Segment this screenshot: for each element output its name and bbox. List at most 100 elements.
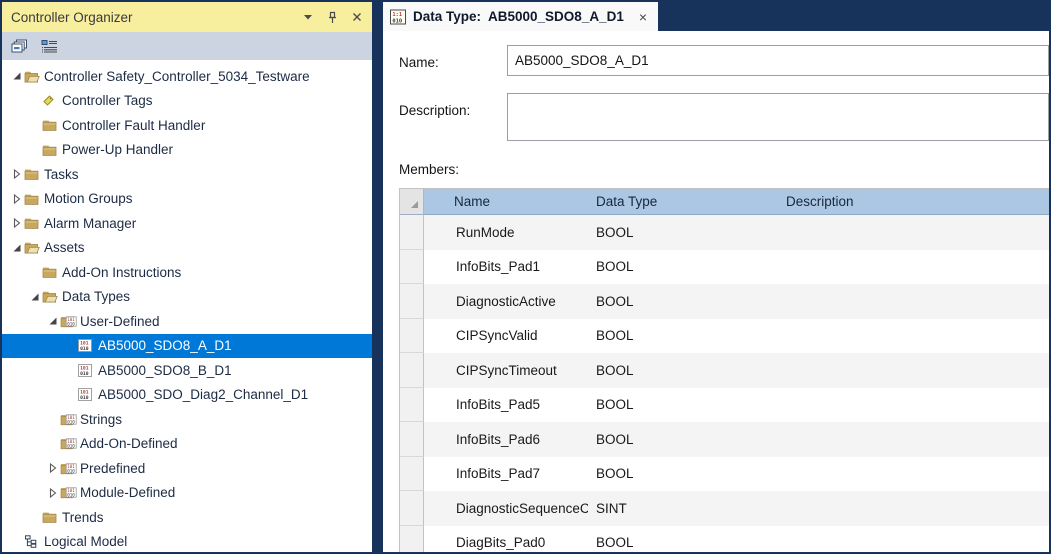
tree-item-motion-groups[interactable]: Motion Groups <box>2 187 372 212</box>
row-header-cell[interactable] <box>400 422 424 457</box>
member-name-cell[interactable]: CIPSyncTimeout <box>424 353 588 388</box>
tree-item-controller-tags[interactable]: Controller Tags <box>2 89 372 114</box>
member-data-type-cell[interactable]: BOOL <box>588 422 778 457</box>
studio5000-window: Controller Organizer <box>0 0 1051 554</box>
column-header-name[interactable]: Name <box>424 189 588 215</box>
collapse-arrow-icon[interactable] <box>10 71 24 81</box>
member-row-infobits_pad1: InfoBits_Pad1BOOL <box>400 250 1049 285</box>
row-header-cell[interactable] <box>400 250 424 285</box>
tree-item-label: Controller Fault Handler <box>61 118 205 133</box>
udt-group-icon: 101010 <box>60 486 79 499</box>
svg-text:010: 010 <box>80 395 89 401</box>
column-header-data-type[interactable]: Data Type <box>588 189 778 215</box>
member-data-type-cell[interactable]: BOOL <box>588 388 778 423</box>
name-input[interactable] <box>507 45 1049 76</box>
collapse-arrow-icon[interactable] <box>46 316 60 326</box>
member-description-cell[interactable] <box>778 422 1049 457</box>
member-data-type-cell[interactable]: BOOL <box>588 353 778 388</box>
member-row-diagbits_pad0: DiagBits_Pad0BOOL <box>400 526 1049 553</box>
expand-arrow-icon[interactable] <box>46 463 60 473</box>
tree-item-logical-model[interactable]: Logical Model <box>2 530 372 553</box>
collapse-all-icon[interactable] <box>9 36 29 56</box>
tree-item-alarm-manager[interactable]: Alarm Manager <box>2 211 372 236</box>
member-description-cell[interactable] <box>778 215 1049 250</box>
member-data-type-cell[interactable]: BOOL <box>588 284 778 319</box>
tree-item-label: Controller Safety_Controller_5034_Testwa… <box>43 69 310 84</box>
member-data-type-cell[interactable]: SINT <box>588 491 778 526</box>
row-header-cell[interactable] <box>400 491 424 526</box>
member-name-cell[interactable]: InfoBits_Pad6 <box>424 422 588 457</box>
tree-item-tasks[interactable]: Tasks <box>2 162 372 187</box>
member-name-cell[interactable]: DiagnosticSequenceCount <box>424 491 588 526</box>
tree-item-trends[interactable]: Trends <box>2 505 372 530</box>
member-description-cell[interactable] <box>778 353 1049 388</box>
controller-organizer-panel: Controller Organizer <box>2 2 372 552</box>
organizer-toolbar <box>2 32 372 60</box>
member-name-cell[interactable]: InfoBits_Pad1 <box>424 250 588 285</box>
member-name-cell[interactable]: InfoBits_Pad5 <box>424 388 588 423</box>
member-data-type-cell[interactable]: BOOL <box>588 215 778 250</box>
member-description-cell[interactable] <box>778 526 1049 553</box>
expand-arrow-icon[interactable] <box>10 194 24 204</box>
description-input[interactable] <box>507 93 1049 141</box>
member-data-type-cell[interactable]: BOOL <box>588 319 778 354</box>
expand-arrow-icon[interactable] <box>10 169 24 179</box>
tree-item-predefined[interactable]: 101010Predefined <box>2 456 372 481</box>
tree-item-data-types[interactable]: Data Types <box>2 285 372 310</box>
expand-arrow-icon[interactable] <box>10 218 24 228</box>
member-description-cell[interactable] <box>778 388 1049 423</box>
collapse-arrow-icon[interactable] <box>28 292 42 302</box>
member-name-cell[interactable]: DiagBits_Pad0 <box>424 526 588 553</box>
tree-item-add-on-defined[interactable]: 101010Add-On-Defined <box>2 432 372 457</box>
row-header-cell[interactable] <box>400 457 424 492</box>
tree-item-ab5000-sdo8-b-d1[interactable]: 101010AB5000_SDO8_B_D1 <box>2 358 372 383</box>
tree-item-strings[interactable]: 101010Strings <box>2 407 372 432</box>
tree-item-add-on-instructions[interactable]: Add-On Instructions <box>2 260 372 285</box>
tree-item-controller-fault-handler[interactable]: Controller Fault Handler <box>2 113 372 138</box>
tree-item-module-defined[interactable]: 101010Module-Defined <box>2 481 372 506</box>
member-description-cell[interactable] <box>778 284 1049 319</box>
member-data-type-cell[interactable]: BOOL <box>588 526 778 553</box>
member-name-cell[interactable]: DiagnosticActive <box>424 284 588 319</box>
svg-text:101: 101 <box>80 365 89 371</box>
data-type-editor: Name: Description: Members: NameData Typ… <box>383 31 1049 552</box>
row-header-cell[interactable] <box>400 526 424 553</box>
column-header-description[interactable]: Description <box>778 189 1049 215</box>
member-description-cell[interactable] <box>778 250 1049 285</box>
organizer-options-icon[interactable] <box>39 36 59 56</box>
member-name-cell[interactable]: RunMode <box>424 215 588 250</box>
tree-item-label: Assets <box>43 240 85 255</box>
editor-tab-strip: 1:1 010 Data Type: AB5000_SDO8_A_D1 × <box>383 2 1049 31</box>
tab-data-type[interactable]: 1:1 010 Data Type: AB5000_SDO8_A_D1 × <box>383 2 658 31</box>
member-name-cell[interactable]: CIPSyncValid <box>424 319 588 354</box>
row-header-cell[interactable] <box>400 215 424 250</box>
row-header-cell[interactable] <box>400 353 424 388</box>
row-header-cell[interactable] <box>400 319 424 354</box>
tree-item-controller-safety-controller-5034-testware[interactable]: Controller Safety_Controller_5034_Testwa… <box>2 64 372 89</box>
close-icon[interactable] <box>352 12 362 22</box>
tree-item-ab5000-sdo8-a-d1[interactable]: 101010AB5000_SDO8_A_D1 <box>2 334 372 359</box>
member-data-type-cell[interactable]: BOOL <box>588 457 778 492</box>
tree-item-ab5000-sdo-diag2-channel-d1[interactable]: 101010AB5000_SDO_Diag2_Channel_D1 <box>2 383 372 408</box>
member-description-cell[interactable] <box>778 319 1049 354</box>
member-description-cell[interactable] <box>778 457 1049 492</box>
open-folder-icon <box>42 290 61 303</box>
member-data-type-cell[interactable]: BOOL <box>588 250 778 285</box>
folder-icon <box>42 511 61 523</box>
row-header-cell[interactable] <box>400 284 424 319</box>
tree-item-user-defined[interactable]: 101010User-Defined <box>2 309 372 334</box>
tree-item-power-up-handler[interactable]: Power-Up Handler <box>2 138 372 163</box>
svg-text:010: 010 <box>67 321 75 326</box>
grid-corner-cell[interactable] <box>400 189 424 215</box>
row-header-cell[interactable] <box>400 388 424 423</box>
tab-close-icon[interactable]: × <box>639 10 647 24</box>
window-position-icon[interactable] <box>303 13 313 21</box>
tree-item-label: AB5000_SDO8_A_D1 <box>97 338 232 353</box>
collapse-arrow-icon[interactable] <box>10 243 24 253</box>
tree-item-assets[interactable]: Assets <box>2 236 372 261</box>
pin-icon[interactable] <box>327 11 338 24</box>
member-description-cell[interactable] <box>778 491 1049 526</box>
expand-arrow-icon[interactable] <box>46 488 60 498</box>
udt-group-icon: 101010 <box>60 413 79 426</box>
member-name-cell[interactable]: InfoBits_Pad7 <box>424 457 588 492</box>
